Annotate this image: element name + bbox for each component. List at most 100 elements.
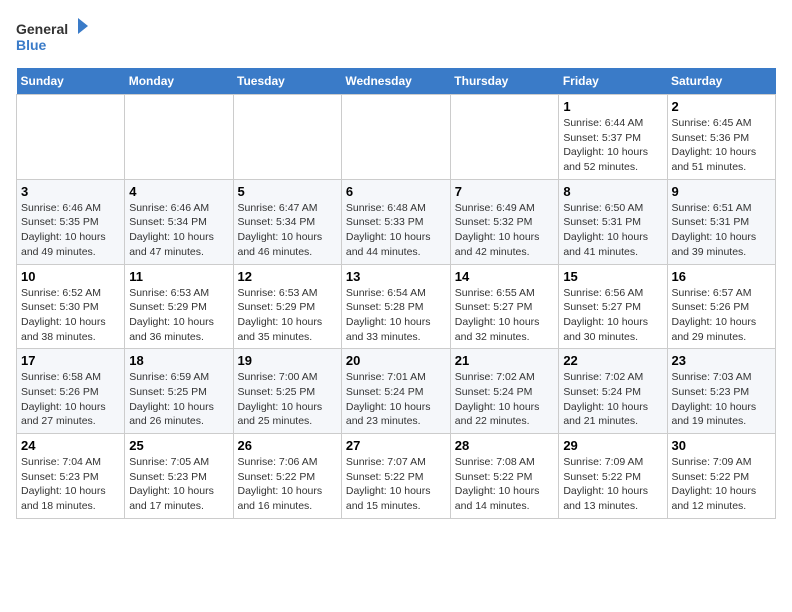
logo-svg: GeneralBlue	[16, 16, 96, 56]
calendar-cell: 13 Sunrise: 6:54 AM Sunset: 5:28 PM Dayli…	[341, 264, 450, 349]
day-number: 12	[238, 269, 337, 284]
calendar-cell: 27 Sunrise: 7:07 AM Sunset: 5:22 PM Dayli…	[341, 434, 450, 519]
day-number: 28	[455, 438, 555, 453]
day-info: Sunrise: 6:46 AM Sunset: 5:35 PM Dayligh…	[21, 201, 120, 260]
day-number: 26	[238, 438, 337, 453]
day-info: Sunrise: 7:07 AM Sunset: 5:22 PM Dayligh…	[346, 455, 446, 514]
day-number: 15	[563, 269, 662, 284]
calendar-cell: 29 Sunrise: 7:09 AM Sunset: 5:22 PM Dayli…	[559, 434, 667, 519]
day-info: Sunrise: 7:09 AM Sunset: 5:22 PM Dayligh…	[563, 455, 662, 514]
day-info: Sunrise: 6:49 AM Sunset: 5:32 PM Dayligh…	[455, 201, 555, 260]
calendar-week-row: 3 Sunrise: 6:46 AM Sunset: 5:35 PM Daylig…	[17, 179, 776, 264]
day-info: Sunrise: 6:53 AM Sunset: 5:29 PM Dayligh…	[129, 286, 228, 345]
day-info: Sunrise: 6:44 AM Sunset: 5:37 PM Dayligh…	[563, 116, 662, 175]
calendar-week-row: 1 Sunrise: 6:44 AM Sunset: 5:37 PM Daylig…	[17, 95, 776, 180]
day-number: 21	[455, 353, 555, 368]
weekday-header: Thursday	[450, 68, 559, 95]
day-number: 6	[346, 184, 446, 199]
day-info: Sunrise: 6:52 AM Sunset: 5:30 PM Dayligh…	[21, 286, 120, 345]
calendar-cell: 19Sunrise: 7:00 AM Sunset: 5:25 PM Dayli…	[233, 349, 341, 434]
day-info: Sunrise: 6:47 AM Sunset: 5:34 PM Dayligh…	[238, 201, 337, 260]
weekday-header: Monday	[125, 68, 233, 95]
day-number: 8	[563, 184, 662, 199]
day-info: Sunrise: 7:02 AM Sunset: 5:24 PM Dayligh…	[455, 370, 555, 429]
day-number: 30	[672, 438, 772, 453]
day-number: 23	[672, 353, 772, 368]
calendar-cell: 22 Sunrise: 7:02 AM Sunset: 5:24 PM Dayli…	[559, 349, 667, 434]
calendar-cell: 1 Sunrise: 6:44 AM Sunset: 5:37 PM Daylig…	[559, 95, 667, 180]
calendar-cell: 11 Sunrise: 6:53 AM Sunset: 5:29 PM Dayli…	[125, 264, 233, 349]
calendar-table: SundayMondayTuesdayWednesdayThursdayFrid…	[16, 68, 776, 519]
day-info: Sunrise: 7:00 AM Sunset: 5:25 PM Dayligh…	[238, 370, 337, 429]
day-number: 20	[346, 353, 446, 368]
day-number: 4	[129, 184, 228, 199]
day-info: Sunrise: 6:54 AM Sunset: 5:28 PM Dayligh…	[346, 286, 446, 345]
day-info: Sunrise: 6:51 AM Sunset: 5:31 PM Dayligh…	[672, 201, 772, 260]
calendar-cell	[125, 95, 233, 180]
calendar-cell: 12 Sunrise: 6:53 AM Sunset: 5:29 PM Dayli…	[233, 264, 341, 349]
calendar-cell: 16Sunrise: 6:57 AM Sunset: 5:26 PM Dayli…	[667, 264, 776, 349]
day-number: 16	[672, 269, 772, 284]
calendar-cell: 17 Sunrise: 6:58 AM Sunset: 5:26 PM Dayli…	[17, 349, 125, 434]
calendar-cell: 25 Sunrise: 7:05 AM Sunset: 5:23 PM Dayli…	[125, 434, 233, 519]
svg-text:Blue: Blue	[16, 37, 47, 53]
day-info: Sunrise: 6:50 AM Sunset: 5:31 PM Dayligh…	[563, 201, 662, 260]
calendar-cell: 2 Sunrise: 6:45 AM Sunset: 5:36 PM Daylig…	[667, 95, 776, 180]
calendar-cell: 9Sunrise: 6:51 AM Sunset: 5:31 PM Daylig…	[667, 179, 776, 264]
calendar-cell: 18 Sunrise: 6:59 AM Sunset: 5:25 PM Dayli…	[125, 349, 233, 434]
day-number: 24	[21, 438, 120, 453]
day-info: Sunrise: 7:09 AM Sunset: 5:22 PM Dayligh…	[672, 455, 772, 514]
calendar-cell: 28 Sunrise: 7:08 AM Sunset: 5:22 PM Dayli…	[450, 434, 559, 519]
calendar-cell	[450, 95, 559, 180]
day-info: Sunrise: 6:55 AM Sunset: 5:27 PM Dayligh…	[455, 286, 555, 345]
day-number: 25	[129, 438, 228, 453]
day-info: Sunrise: 6:53 AM Sunset: 5:29 PM Dayligh…	[238, 286, 337, 345]
header: GeneralBlue	[16, 16, 776, 56]
day-number: 1	[563, 99, 662, 114]
day-info: Sunrise: 6:58 AM Sunset: 5:26 PM Dayligh…	[21, 370, 120, 429]
logo: GeneralBlue	[16, 16, 96, 56]
calendar-cell	[17, 95, 125, 180]
day-info: Sunrise: 6:46 AM Sunset: 5:34 PM Dayligh…	[129, 201, 228, 260]
header-row: SundayMondayTuesdayWednesdayThursdayFrid…	[17, 68, 776, 95]
calendar-cell: 23 Sunrise: 7:03 AM Sunset: 5:23 PM Dayli…	[667, 349, 776, 434]
day-info: Sunrise: 6:45 AM Sunset: 5:36 PM Dayligh…	[672, 116, 772, 175]
day-info: Sunrise: 6:48 AM Sunset: 5:33 PM Dayligh…	[346, 201, 446, 260]
calendar-cell	[233, 95, 341, 180]
day-number: 14	[455, 269, 555, 284]
day-info: Sunrise: 7:05 AM Sunset: 5:23 PM Dayligh…	[129, 455, 228, 514]
day-number: 10	[21, 269, 120, 284]
calendar-cell	[341, 95, 450, 180]
day-number: 29	[563, 438, 662, 453]
calendar-cell: 14 Sunrise: 6:55 AM Sunset: 5:27 PM Dayli…	[450, 264, 559, 349]
day-info: Sunrise: 7:06 AM Sunset: 5:22 PM Dayligh…	[238, 455, 337, 514]
calendar-cell: 6 Sunrise: 6:48 AM Sunset: 5:33 PM Daylig…	[341, 179, 450, 264]
day-number: 18	[129, 353, 228, 368]
day-number: 13	[346, 269, 446, 284]
day-number: 17	[21, 353, 120, 368]
calendar-week-row: 24 Sunrise: 7:04 AM Sunset: 5:23 PM Dayli…	[17, 434, 776, 519]
calendar-week-row: 17 Sunrise: 6:58 AM Sunset: 5:26 PM Dayli…	[17, 349, 776, 434]
calendar-cell: 21 Sunrise: 7:02 AM Sunset: 5:24 PM Dayli…	[450, 349, 559, 434]
day-number: 3	[21, 184, 120, 199]
day-info: Sunrise: 6:56 AM Sunset: 5:27 PM Dayligh…	[563, 286, 662, 345]
day-info: Sunrise: 6:59 AM Sunset: 5:25 PM Dayligh…	[129, 370, 228, 429]
day-number: 27	[346, 438, 446, 453]
day-info: Sunrise: 7:03 AM Sunset: 5:23 PM Dayligh…	[672, 370, 772, 429]
day-number: 5	[238, 184, 337, 199]
day-info: Sunrise: 7:04 AM Sunset: 5:23 PM Dayligh…	[21, 455, 120, 514]
svg-text:General: General	[16, 21, 68, 37]
weekday-header: Wednesday	[341, 68, 450, 95]
day-number: 11	[129, 269, 228, 284]
day-number: 2	[672, 99, 772, 114]
calendar-cell: 30 Sunrise: 7:09 AM Sunset: 5:22 PM Dayli…	[667, 434, 776, 519]
calendar-cell: 3 Sunrise: 6:46 AM Sunset: 5:35 PM Daylig…	[17, 179, 125, 264]
day-info: Sunrise: 7:02 AM Sunset: 5:24 PM Dayligh…	[563, 370, 662, 429]
day-info: Sunrise: 7:08 AM Sunset: 5:22 PM Dayligh…	[455, 455, 555, 514]
calendar-cell: 4 Sunrise: 6:46 AM Sunset: 5:34 PM Daylig…	[125, 179, 233, 264]
calendar-cell: 24 Sunrise: 7:04 AM Sunset: 5:23 PM Dayli…	[17, 434, 125, 519]
day-info: Sunrise: 7:01 AM Sunset: 5:24 PM Dayligh…	[346, 370, 446, 429]
calendar-cell: 20 Sunrise: 7:01 AM Sunset: 5:24 PM Dayli…	[341, 349, 450, 434]
day-number: 22	[563, 353, 662, 368]
calendar-cell: 7Sunrise: 6:49 AM Sunset: 5:32 PM Daylig…	[450, 179, 559, 264]
